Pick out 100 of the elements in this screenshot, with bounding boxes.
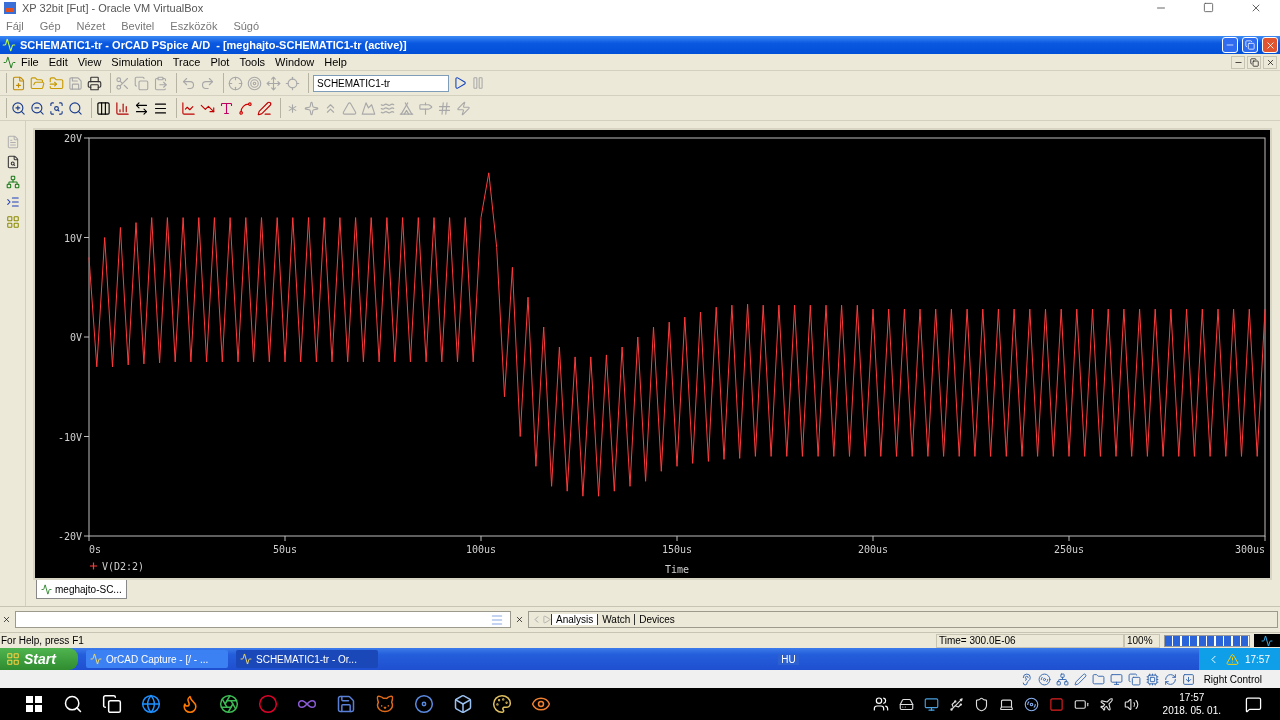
eye-icon[interactable] — [530, 694, 551, 714]
profile-field[interactable]: SCHEMATIC1-tr — [313, 74, 449, 92]
grid-icon[interactable] — [5, 215, 20, 229]
laptop-icon[interactable] — [998, 696, 1014, 712]
restore-button[interactable] — [1247, 55, 1261, 69]
menu-item[interactable]: Window — [270, 56, 320, 68]
zoom-fit-icon[interactable] — [68, 100, 83, 116]
lines-icon — [490, 612, 504, 627]
menu-item[interactable]: Nézet — [76, 20, 106, 32]
menu-item[interactable]: Fájl — [6, 20, 24, 32]
aperture-icon[interactable] — [218, 694, 239, 714]
square-icon[interactable] — [1048, 696, 1064, 712]
command-field[interactable] — [15, 611, 511, 628]
menu-item[interactable]: Gép — [39, 20, 61, 32]
output-tab[interactable]: Analysis — [551, 614, 598, 625]
minimize-button[interactable] — [1231, 55, 1245, 69]
text-icon[interactable] — [219, 100, 234, 116]
menu-item[interactable]: Bevitel — [121, 20, 155, 32]
menu-item[interactable]: Edit — [43, 56, 73, 68]
indent-list-icon[interactable] — [5, 195, 20, 209]
list-icon[interactable] — [153, 100, 168, 116]
zoom-area-icon[interactable] — [49, 100, 64, 116]
drive-icon[interactable] — [898, 696, 914, 712]
notification-icon[interactable] — [1245, 695, 1262, 713]
arrows-icon[interactable] — [134, 100, 149, 116]
document-search-icon[interactable] — [5, 155, 20, 169]
people-icon[interactable] — [872, 696, 889, 712]
window-title: XP 32bit [Fut] - Oracle VM VirtualBox — [22, 2, 205, 14]
globe-icon[interactable] — [140, 694, 161, 714]
network-icon[interactable] — [5, 175, 20, 189]
axis-label: 0s — [89, 544, 102, 555]
menu-item[interactable]: Súgó — [233, 20, 260, 32]
refresh-icon[interactable] — [1163, 672, 1177, 686]
menu-item[interactable]: Simulation — [106, 56, 168, 68]
waveform-icon — [41, 583, 52, 595]
monitor-icon[interactable] — [1109, 672, 1123, 686]
language-indicator[interactable]: HU — [778, 653, 799, 665]
shield-icon[interactable] — [973, 696, 989, 712]
menu-item[interactable]: Tools — [234, 56, 271, 68]
pulse-icon — [1261, 634, 1273, 647]
document-tab[interactable]: meghajto-SC... — [36, 580, 127, 599]
task-view-icon[interactable] — [101, 694, 122, 714]
airplane-icon[interactable] — [1098, 696, 1114, 712]
close-icon[interactable] — [1250, 2, 1262, 14]
monitor-icon[interactable] — [923, 696, 939, 712]
output-tab[interactable]: Watch — [597, 614, 635, 625]
usb-icon[interactable] — [948, 696, 964, 712]
close-icon — [1264, 39, 1276, 51]
search-icon[interactable] — [62, 694, 83, 714]
line-chart-icon[interactable] — [181, 100, 196, 116]
menu-item[interactable]: Help — [319, 56, 352, 68]
axis-label: 100us — [465, 544, 497, 555]
status-text: For Help, press F1 — [0, 635, 85, 646]
close-icon[interactable] — [2, 615, 11, 624]
menu-item[interactable]: Trace — [167, 56, 206, 68]
axis-label: 300us — [1234, 544, 1265, 555]
maximize-icon[interactable] — [1203, 2, 1214, 13]
palette-icon[interactable] — [491, 694, 512, 714]
windows-logo-icon[interactable] — [25, 696, 42, 712]
bar-chart-icon[interactable] — [115, 100, 130, 116]
close-icon[interactable] — [515, 615, 524, 624]
app-icon — [90, 653, 102, 665]
menu-item[interactable]: Plot — [205, 56, 235, 68]
columns-icon[interactable] — [96, 100, 111, 116]
axis-label: 150us — [661, 544, 693, 555]
window-title: SCHEMATIC1-tr - OrCAD PSpice A/D - [meghajto-SCHEMATIC1-tr (active)] — [20, 39, 408, 51]
menu-item[interactable]: View — [72, 56, 107, 68]
new-file-icon[interactable] — [11, 75, 26, 91]
taskbar-task[interactable]: OrCAD Capture - [/ - ... — [86, 650, 228, 668]
pen-icon[interactable] — [1073, 672, 1087, 686]
close-button[interactable] — [1263, 55, 1277, 69]
host-key-label: Right Control — [1203, 673, 1262, 685]
print-icon[interactable] — [87, 75, 102, 91]
curve-icon[interactable] — [238, 100, 253, 116]
axis-label: 50us — [272, 544, 298, 555]
axis-label: 10V — [63, 232, 82, 244]
disc-icon[interactable] — [413, 694, 434, 714]
menu-item[interactable]: File — [16, 56, 44, 68]
speaker-icon[interactable] — [1123, 696, 1139, 712]
plus-marker-icon — [89, 561, 98, 571]
cat-icon[interactable] — [374, 694, 395, 714]
network-icon[interactable] — [1055, 672, 1069, 686]
axis-label: 20V — [63, 133, 82, 144]
clock-date: 2018. 05. 01. — [1162, 704, 1221, 717]
taskbar-task[interactable]: SCHEMATIC1-tr - Or... — [236, 650, 378, 668]
chip-icon[interactable] — [1145, 672, 1159, 686]
marker-icon[interactable] — [257, 100, 272, 116]
clock-panel[interactable]: 17:57 2018. 05. 01. — [1162, 691, 1221, 717]
axis-label: 0V — [69, 332, 82, 343]
folder-icon[interactable] — [1091, 672, 1105, 686]
status-time: Time= 300.0E-06 — [936, 633, 1124, 648]
disc-icon[interactable] — [1023, 696, 1039, 712]
menu-item[interactable]: Eszközök — [170, 20, 218, 32]
output-tab[interactable]: Devices — [634, 614, 679, 625]
ring-icon[interactable] — [257, 694, 278, 714]
play-icon[interactable] — [453, 76, 467, 90]
arrow-down-icon[interactable] — [1181, 672, 1195, 686]
zoom-out-icon[interactable] — [30, 100, 45, 116]
cube-icon[interactable] — [452, 694, 473, 714]
zoom-in-icon[interactable] — [11, 100, 26, 116]
